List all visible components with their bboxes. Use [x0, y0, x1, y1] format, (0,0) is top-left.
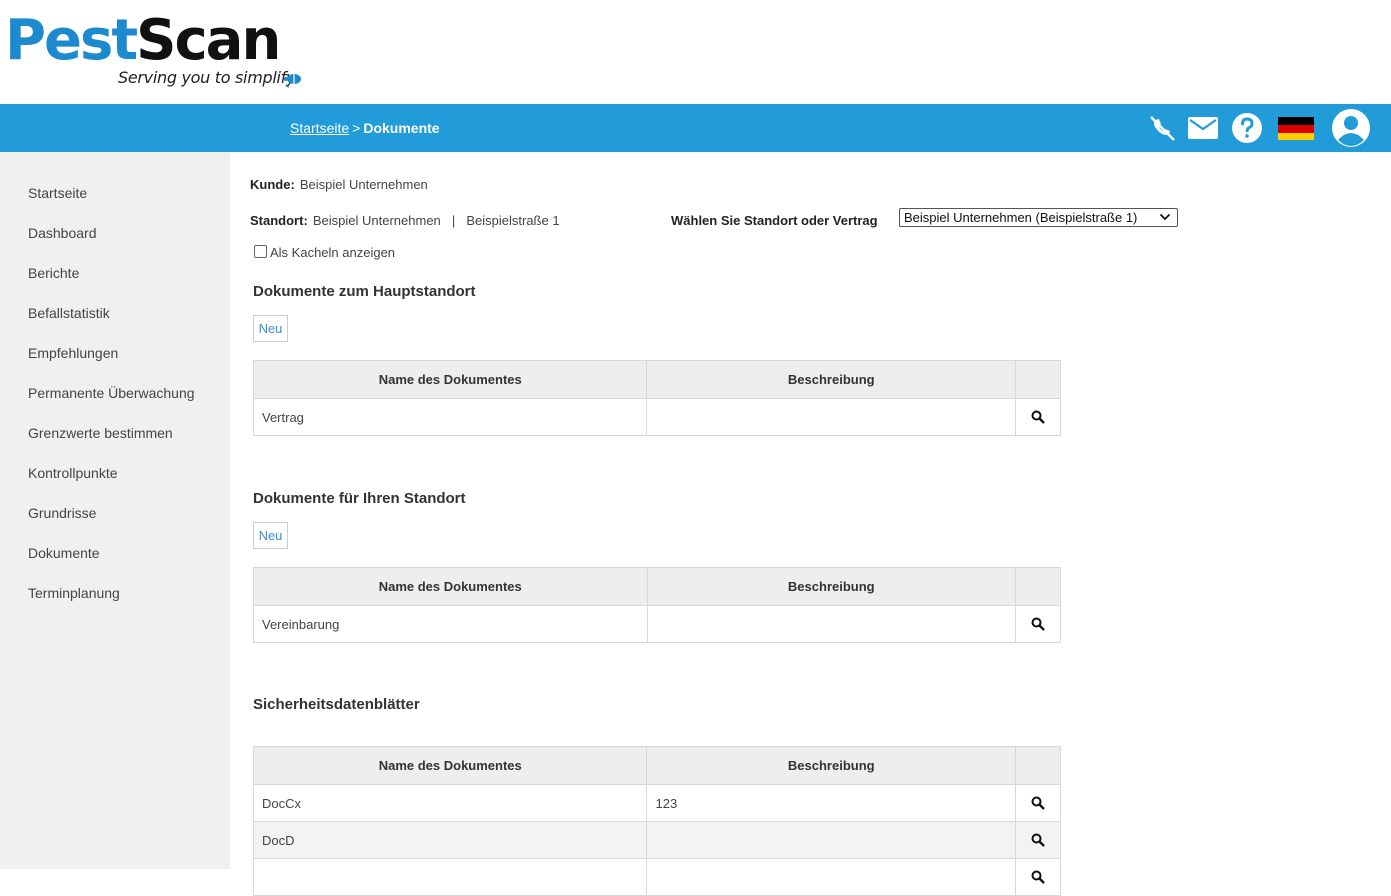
standort-address: Beispielstraße 1	[466, 213, 560, 228]
document-description-cell	[646, 858, 1017, 896]
standort-label: Standort:	[250, 213, 308, 228]
table-header-row: Name des Dokumentes Beschreibung	[253, 567, 1061, 606]
document-name-cell	[252, 858, 648, 896]
table-row	[252, 858, 1061, 896]
column-header-description: Beschreibung	[646, 746, 1017, 785]
section-title-sicherheitsdatenblaetter: Sicherheitsdatenblätter	[253, 696, 420, 713]
sidebar-item-grenzwerte[interactable]: Grenzwerte bestimmen	[28, 425, 173, 441]
tiles-checkbox[interactable]	[254, 245, 267, 258]
help-icon[interactable]	[1231, 112, 1263, 144]
pestscan-logo[interactable]: PestScan Serving you to simplify	[5, 8, 305, 98]
table-row: Vertrag	[252, 398, 1061, 436]
column-header-description: Beschreibung	[646, 360, 1017, 399]
table-row: DocCx 123	[252, 784, 1061, 822]
main-content: Kunde: Beispiel Unternehmen Standort: Be…	[230, 152, 1391, 896]
sidebar-item-befallstatistik[interactable]: Befallstatistik	[28, 305, 110, 321]
user-avatar-icon[interactable]	[1331, 108, 1371, 148]
logo-wordmark: PestScan	[5, 8, 281, 74]
sidebar-item-empfehlungen[interactable]: Empfehlungen	[28, 345, 118, 361]
document-description-cell	[646, 821, 1017, 859]
german-flag-icon[interactable]	[1278, 112, 1314, 144]
bug-icon	[284, 74, 301, 88]
view-document-button[interactable]	[1015, 784, 1061, 822]
kunde-label: Kunde:	[250, 177, 295, 192]
sidebar-item-dokumente[interactable]: Dokumente	[28, 545, 100, 561]
column-header-actions	[1015, 360, 1061, 399]
sidebar-item-terminplanung[interactable]: Terminplanung	[28, 585, 120, 601]
logo-part-scan: Scan	[136, 8, 281, 73]
documents-table-hauptstandort: Name des Dokumentes Beschreibung Vertrag	[252, 360, 1061, 436]
sidebar-item-berichte[interactable]: Berichte	[28, 265, 79, 281]
sidebar-item-dashboard[interactable]: Dashboard	[28, 225, 97, 241]
view-document-button[interactable]	[1015, 605, 1061, 643]
document-description-cell: 123	[646, 784, 1017, 822]
table-row: DocD	[252, 821, 1061, 859]
column-header-name: Name des Dokumentes	[253, 567, 648, 606]
location-select-value: Beispiel Unternehmen (Beispielstraße 1)	[904, 210, 1138, 225]
search-icon	[1031, 796, 1045, 810]
new-button-standort[interactable]: Neu	[253, 522, 288, 549]
search-icon	[1031, 833, 1045, 847]
sidebar: Startseite Dashboard Berichte Befallstat…	[0, 152, 230, 869]
column-header-actions	[1015, 746, 1061, 785]
tiles-checkbox-row: Als Kacheln anzeigen	[254, 245, 395, 260]
kunde-row: Kunde: Beispiel Unternehmen	[250, 174, 428, 193]
search-icon	[1031, 410, 1045, 424]
document-name-cell: Vertrag	[252, 398, 648, 436]
breadcrumb: Startseite > Dokumente	[290, 120, 440, 136]
section-title-standort: Dokumente für Ihren Standort	[253, 490, 466, 507]
document-description-cell	[646, 605, 1017, 643]
logo-tagline: Serving you to simplify	[118, 68, 296, 87]
view-document-button[interactable]	[1015, 858, 1061, 896]
select-label: Wählen Sie Standort oder Vertrag	[671, 210, 878, 229]
logo-area: PestScan Serving you to simplify	[0, 0, 1391, 104]
view-document-button[interactable]	[1015, 821, 1061, 859]
column-header-actions	[1015, 567, 1061, 606]
search-icon	[1031, 870, 1045, 884]
documents-table-standort: Name des Dokumentes Beschreibung Vereinb…	[253, 567, 1061, 643]
standort-value: Beispiel Unternehmen	[312, 213, 441, 228]
chevron-down-icon	[1159, 213, 1171, 221]
phone-off-icon[interactable]	[1146, 112, 1178, 144]
document-name-cell: DocD	[252, 821, 648, 859]
sidebar-item-permanente-ueberwachung[interactable]: Permanente Überwachung	[28, 385, 195, 401]
column-header-description: Beschreibung	[646, 567, 1017, 606]
document-description-cell	[646, 398, 1017, 436]
breadcrumb-separator: >	[352, 120, 361, 136]
column-header-name: Name des Dokumentes	[252, 746, 648, 785]
top-nav-bar: Startseite > Dokumente	[0, 104, 1391, 152]
new-button-hauptstandort[interactable]: Neu	[253, 315, 288, 342]
table-header-row: Name des Dokumentes Beschreibung	[252, 360, 1061, 399]
standort-separator: |	[451, 213, 456, 228]
mail-icon[interactable]	[1187, 112, 1219, 144]
select-label-text: Wählen Sie Standort oder Vertrag	[671, 213, 878, 228]
tiles-checkbox-label: Als Kacheln anzeigen	[270, 245, 396, 260]
document-name-cell: DocCx	[252, 784, 648, 822]
location-select[interactable]: Beispiel Unternehmen (Beispielstraße 1)	[899, 208, 1178, 227]
breadcrumb-home-link[interactable]: Startseite	[290, 120, 349, 136]
documents-table-sicherheitsdatenblaetter: Name des Dokumentes Beschreibung DocCx 1…	[252, 746, 1061, 896]
document-name-cell: Vereinbarung	[253, 605, 648, 643]
standort-row: Standort: Beispiel Unternehmen | Beispie…	[250, 210, 560, 229]
table-row: Vereinbarung	[253, 605, 1061, 643]
table-header-row: Name des Dokumentes Beschreibung	[252, 746, 1061, 785]
view-document-button[interactable]	[1015, 398, 1061, 436]
sidebar-item-startseite[interactable]: Startseite	[28, 185, 87, 201]
breadcrumb-current: Dokumente	[363, 120, 440, 136]
column-header-name: Name des Dokumentes	[252, 360, 648, 399]
logo-part-pest: Pest	[5, 8, 138, 73]
sidebar-item-kontrollpunkte[interactable]: Kontrollpunkte	[28, 465, 118, 481]
kunde-value: Beispiel Unternehmen	[299, 177, 428, 192]
section-title-hauptstandort: Dokumente zum Hauptstandort	[253, 283, 476, 300]
sidebar-item-grundrisse[interactable]: Grundrisse	[28, 505, 96, 521]
search-icon	[1031, 617, 1045, 631]
